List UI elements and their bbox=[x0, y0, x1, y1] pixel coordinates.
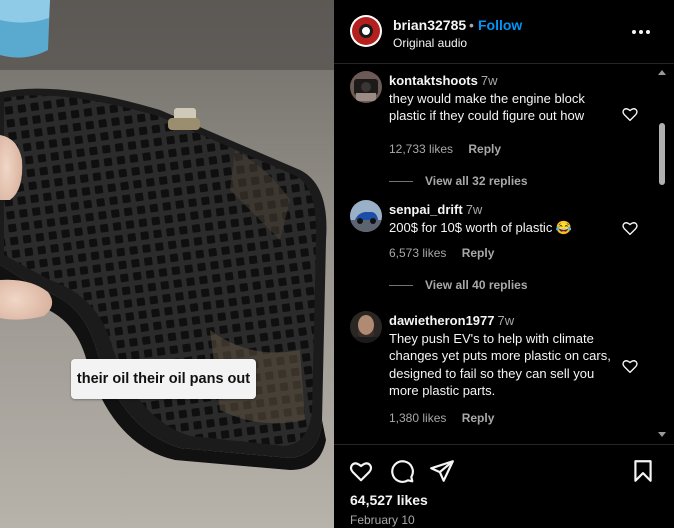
comment-meta: 1,380 likes Reply bbox=[389, 411, 494, 425]
reply-button[interactable]: Reply bbox=[462, 411, 495, 425]
comment-meta: 12,733 likes Reply bbox=[389, 142, 501, 156]
comment-like-count[interactable]: 6,573 likes bbox=[389, 246, 446, 260]
scroll-down-arrow-icon[interactable] bbox=[657, 431, 667, 439]
comments-panel: brian32785 • Follow Original audio konta… bbox=[334, 0, 674, 528]
more-horizontal-icon[interactable] bbox=[628, 20, 654, 44]
author-username[interactable]: brian32785 bbox=[393, 17, 466, 33]
comment-time[interactable]: 7w bbox=[498, 313, 515, 328]
view-replies-button[interactable]: View all 32 replies bbox=[389, 174, 528, 188]
comment-like-count[interactable]: 1,380 likes bbox=[389, 411, 446, 425]
reply-button[interactable]: Reply bbox=[462, 246, 495, 260]
view-replies-button[interactable]: View all 40 replies bbox=[389, 278, 528, 292]
comment-bubble-icon[interactable] bbox=[389, 458, 415, 484]
comment-body: kontaktshoots 7w they would make the engi… bbox=[389, 72, 614, 125]
comments-scrollbar[interactable] bbox=[657, 68, 667, 440]
comment-text: They push EV's to help with climate chan… bbox=[389, 330, 611, 399]
scrollbar-thumb[interactable] bbox=[659, 123, 665, 185]
comment-text: 200$ for 10$ worth of plastic 😂 bbox=[389, 219, 573, 235]
view-replies-label: View all 40 replies bbox=[425, 278, 528, 292]
replies-divider bbox=[389, 285, 413, 287]
bookmark-icon[interactable] bbox=[630, 458, 656, 484]
share-paper-plane-icon[interactable] bbox=[429, 458, 455, 484]
comment-list[interactable]: kontaktshoots 7w they would make the engi… bbox=[334, 65, 674, 443]
post-actions: 64,527 likes February 10 bbox=[334, 444, 674, 528]
heart-icon[interactable] bbox=[621, 105, 639, 123]
scroll-up-arrow-icon[interactable] bbox=[657, 68, 667, 76]
post-like-count[interactable]: 64,527 likes bbox=[350, 492, 428, 508]
comment-body: dawietheron1977 7w They push EV's to help… bbox=[389, 312, 614, 400]
comment-time[interactable]: 7w bbox=[481, 73, 498, 88]
avatar-ring bbox=[352, 17, 380, 45]
author-avatar[interactable] bbox=[350, 15, 382, 47]
avatar-core bbox=[359, 24, 373, 38]
comment-text: they would make the engine block plastic… bbox=[389, 90, 585, 124]
comment-like-count[interactable]: 12,733 likes bbox=[389, 142, 453, 156]
follow-button[interactable]: Follow bbox=[478, 17, 522, 33]
replies-divider bbox=[389, 181, 413, 183]
comment-username[interactable]: dawietheron1977 bbox=[389, 313, 495, 328]
comment-username[interactable]: kontaktshoots bbox=[389, 73, 478, 88]
commenter-avatar[interactable] bbox=[350, 200, 382, 232]
video-caption: their oil their oil pans out bbox=[71, 359, 256, 399]
heart-icon[interactable] bbox=[621, 357, 639, 375]
commenter-avatar[interactable] bbox=[350, 311, 382, 343]
post-header: brian32785 • Follow Original audio bbox=[334, 0, 674, 64]
heart-icon[interactable] bbox=[621, 219, 639, 237]
comment-body: senpai_drift 7w 200$ for 10$ worth of pla… bbox=[389, 201, 614, 236]
like-heart-icon[interactable] bbox=[348, 458, 374, 484]
comment-meta: 6,573 likes Reply bbox=[389, 246, 494, 260]
comment-time[interactable]: 7w bbox=[466, 202, 483, 217]
post-date[interactable]: February 10 bbox=[350, 513, 415, 527]
header-separator: • bbox=[469, 17, 474, 33]
post-media[interactable]: their oil their oil pans out bbox=[0, 0, 334, 528]
reply-button[interactable]: Reply bbox=[468, 142, 501, 156]
audio-label[interactable]: Original audio bbox=[393, 36, 467, 50]
commenter-avatar[interactable] bbox=[350, 71, 382, 103]
comment-username[interactable]: senpai_drift bbox=[389, 202, 463, 217]
video-frame bbox=[0, 0, 334, 528]
view-replies-label: View all 32 replies bbox=[425, 174, 528, 188]
